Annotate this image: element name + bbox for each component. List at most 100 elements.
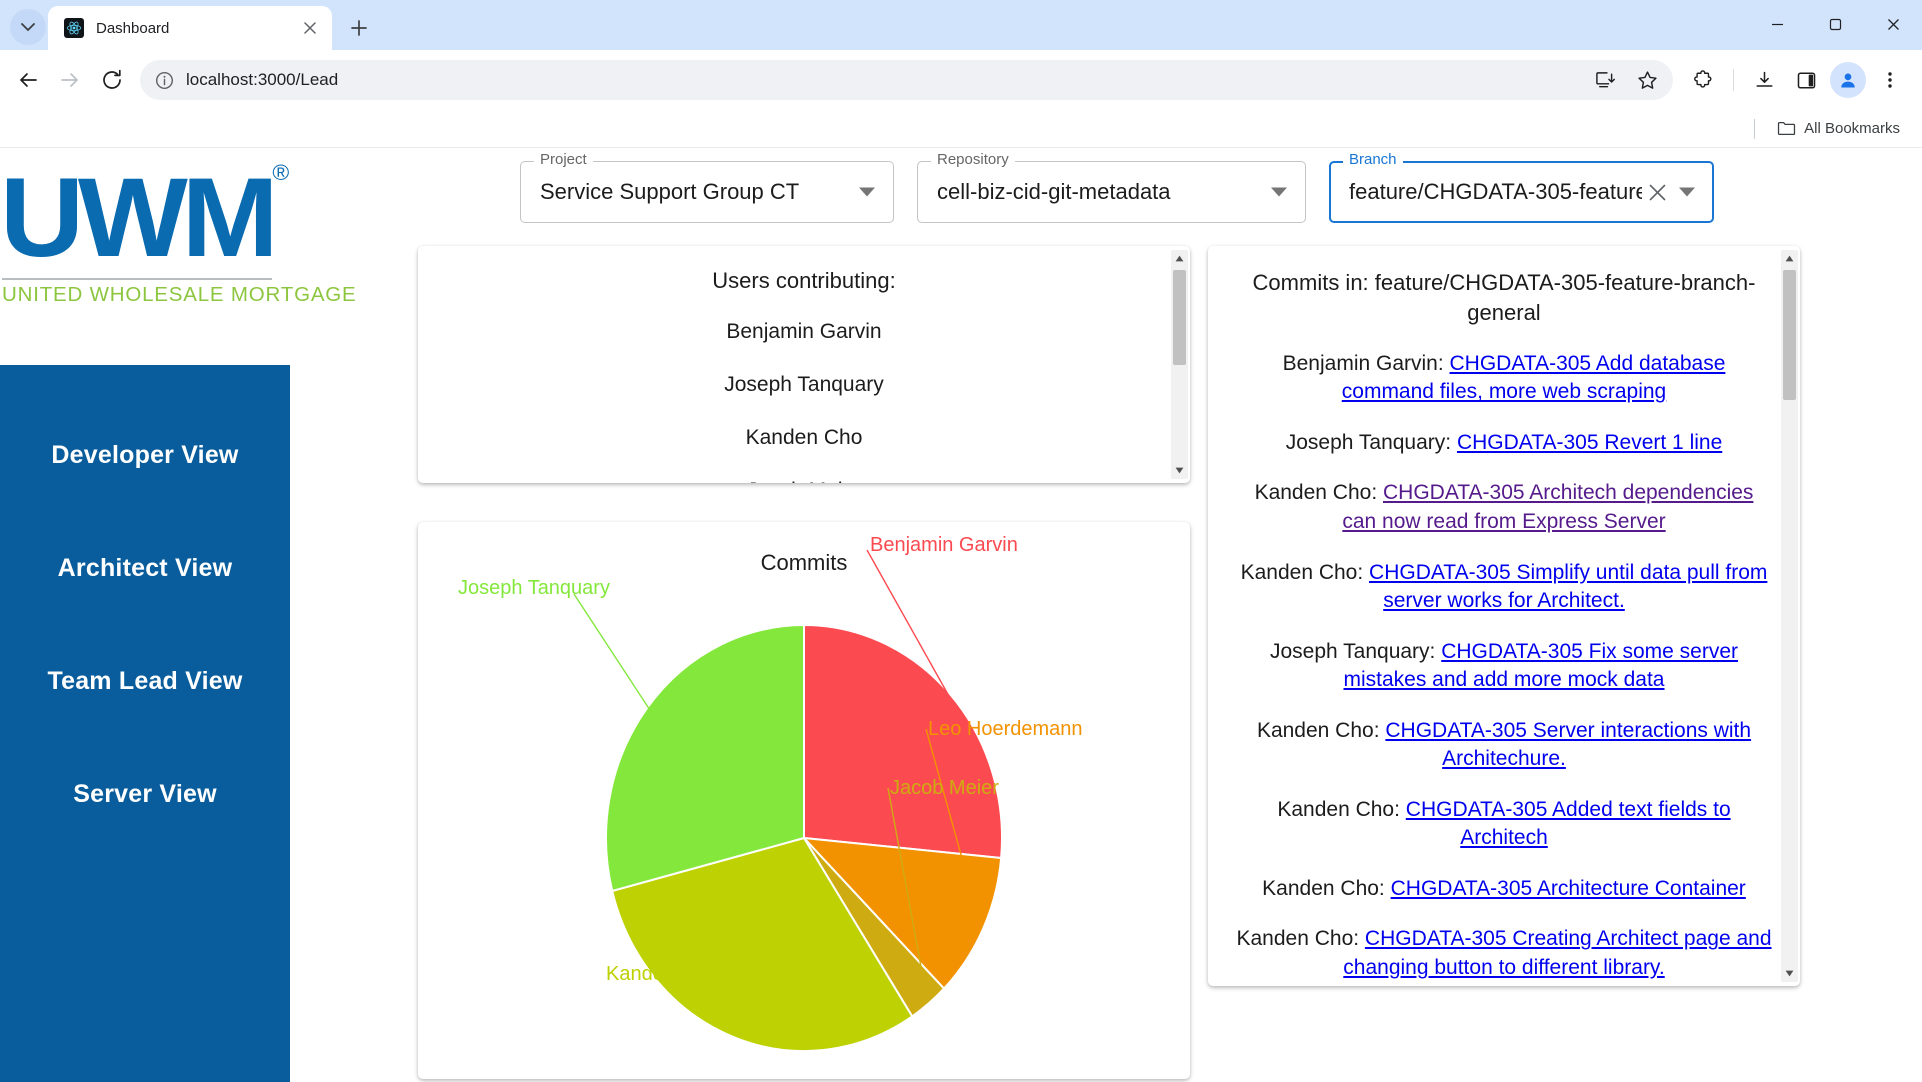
commits-list-card: Commits in: feature/CHGDATA-305-feature-… [1208, 246, 1800, 986]
omnibox-actions [1585, 60, 1667, 100]
all-bookmarks-button[interactable]: All Bookmarks [1769, 115, 1908, 142]
filter-bar: Project Service Support Group CT Reposit… [520, 161, 1714, 223]
users-panel-scrollbar[interactable] [1171, 250, 1188, 479]
address-bar[interactable]: localhost:3000/Lead [140, 60, 1673, 100]
forward-button[interactable] [50, 60, 90, 100]
project-select[interactable]: Project Service Support Group CT [520, 161, 894, 223]
commit-row: Kanden Cho: CHGDATA-305 Server interacti… [1236, 717, 1772, 774]
sidebar-item-label: Developer View [51, 441, 238, 470]
pie-label-joseph-tanquary: Joseph Tanquary [458, 577, 610, 600]
profile-avatar-icon[interactable] [1828, 60, 1868, 100]
commit-row: Joseph Tanquary: CHGDATA-305 Fix some se… [1236, 638, 1772, 695]
pie-label-leo-hoerdemann: Leo Hoerdemann [928, 718, 1083, 741]
side-panel-icon[interactable] [1786, 60, 1826, 100]
users-list-scroll-area[interactable]: Users contributing: Benjamin Garvin Jose… [418, 246, 1190, 483]
sidebar-item-team-lead-view[interactable]: Team Lead View [0, 625, 290, 738]
repository-select-label: Repository [931, 152, 1015, 167]
caret-down-icon[interactable] [1171, 462, 1188, 479]
commit-row: Benjamin Garvin: CHGDATA-305 Add databas… [1236, 350, 1772, 407]
reload-button[interactable] [92, 60, 132, 100]
window-minimize-button[interactable] [1748, 0, 1806, 48]
tab-close-button[interactable] [298, 16, 322, 40]
commit-message-link[interactable]: CHGDATA-305 Creating Architect page and … [1343, 927, 1771, 979]
pie-label-kanden-cho: Kanden Cho [606, 963, 717, 986]
sidebar-item-architect-view[interactable]: Architect View [0, 512, 290, 625]
commit-message-link[interactable]: CHGDATA-305 Revert 1 line [1457, 431, 1722, 454]
commit-author: Joseph Tanquary: [1270, 640, 1441, 663]
commit-row: Kanden Cho: CHGDATA-305 Architech depend… [1236, 479, 1772, 536]
address-bar-url[interactable]: localhost:3000/Lead [186, 70, 1585, 90]
repository-select-value: cell-biz-cid-git-metadata [937, 179, 1264, 205]
list-item: Jacob Meier [446, 479, 1162, 483]
plus-icon [351, 20, 367, 36]
users-panel-title: Users contributing: [446, 268, 1162, 294]
chevron-down-icon [21, 23, 35, 32]
branch-select-label: Branch [1343, 152, 1403, 167]
pie-chart-svg [418, 522, 1190, 1079]
project-select-label: Project [534, 152, 593, 167]
commit-message-link[interactable]: CHGDATA-305 Server interactions with Arc… [1385, 719, 1751, 771]
app-sidebar: UWM® UNITED WHOLESALE MORTGAGE Developer… [0, 148, 290, 1082]
info-circle-icon[interactable] [150, 66, 178, 94]
branch-select[interactable]: Branch feature/CHGDATA-305-feature- [1329, 161, 1714, 223]
commits-panel-scrollbar[interactable] [1781, 250, 1798, 982]
caret-up-icon[interactable] [1171, 250, 1188, 267]
three-dot-menu-icon[interactable] [1870, 60, 1910, 100]
sidebar-item-developer-view[interactable]: Developer View [0, 399, 290, 512]
caret-up-icon[interactable] [1781, 250, 1798, 267]
commit-message-link[interactable]: CHGDATA-305 Architecture Container [1391, 877, 1746, 900]
bookmark-star-icon[interactable] [1627, 60, 1667, 100]
close-x-icon[interactable] [1642, 183, 1672, 202]
project-select-value: Service Support Group CT [540, 179, 852, 205]
chevron-down-icon[interactable] [1264, 186, 1294, 198]
scrollbar-thumb[interactable] [1173, 270, 1186, 365]
new-tab-button[interactable] [342, 11, 376, 45]
pie-label-benjamin-garvin: Benjamin Garvin [870, 534, 1018, 557]
commit-author: Kanden Cho: [1257, 719, 1385, 742]
arrow-right-icon [59, 69, 81, 91]
pie-slices [606, 625, 1002, 1051]
commits-scroll-area[interactable]: Commits in: feature/CHGDATA-305-feature-… [1208, 246, 1800, 986]
uwm-logo-subtitle: UNITED WHOLESALE MORTGAGE [0, 283, 280, 307]
window-close-button[interactable] [1864, 0, 1922, 48]
sidebar-item-label: Team Lead View [47, 667, 242, 696]
commits-list: Benjamin Garvin: CHGDATA-305 Add databas… [1236, 350, 1772, 986]
all-bookmarks-label: All Bookmarks [1804, 120, 1900, 137]
repository-select[interactable]: Repository cell-biz-cid-git-metadata [917, 161, 1306, 223]
install-app-icon[interactable] [1585, 60, 1625, 100]
window-maximize-button[interactable] [1806, 0, 1864, 48]
main-content: Project Service Support Group CT Reposit… [290, 148, 1922, 1082]
pie-leader-line [574, 594, 649, 709]
sidebar-nav: Developer View Architect View Team Lead … [0, 365, 290, 1082]
toolbar-divider [1733, 69, 1734, 91]
commit-message-link[interactable]: CHGDATA-305 Added text fields to Archite… [1406, 798, 1731, 850]
bookmarks-divider [1754, 119, 1755, 139]
commit-message-link[interactable]: CHGDATA-305 Simplify until data pull fro… [1369, 561, 1767, 613]
pie-slice[interactable] [804, 625, 1002, 858]
bookmarks-bar: All Bookmarks [0, 110, 1922, 148]
commit-row: Kanden Cho: CHGDATA-305 Architecture Con… [1236, 875, 1772, 904]
list-item: Joseph Tanquary [446, 373, 1162, 397]
chevron-down-icon[interactable] [1672, 186, 1702, 198]
chevron-down-icon[interactable] [852, 186, 882, 198]
commit-author: Kanden Cho: [1277, 798, 1405, 821]
back-button[interactable] [8, 60, 48, 100]
sidebar-item-server-view[interactable]: Server View [0, 738, 290, 851]
commit-row: Kanden Cho: CHGDATA-305 Simplify until d… [1236, 559, 1772, 616]
browser-toolbar: localhost:3000/Lead [0, 50, 1922, 110]
react-logo-icon [64, 18, 84, 38]
commit-author: Kanden Cho: [1262, 877, 1390, 900]
browser-tab-dashboard[interactable]: Dashboard [48, 6, 332, 50]
commit-row: Kanden Cho: CHGDATA-305 Added text field… [1236, 796, 1772, 853]
tab-search-button[interactable] [10, 9, 46, 45]
sidebar-item-label: Server View [73, 780, 217, 809]
scrollbar-thumb[interactable] [1783, 270, 1796, 400]
commit-message-link[interactable]: CHGDATA-305 Architech dependencies can n… [1342, 481, 1753, 533]
uwm-logo: UWM® UNITED WHOLESALE MORTGAGE [0, 148, 290, 307]
extensions-puzzle-icon[interactable] [1683, 60, 1723, 100]
caret-down-icon[interactable] [1781, 965, 1798, 982]
list-item: Benjamin Garvin [446, 320, 1162, 344]
tab-title: Dashboard [96, 20, 298, 37]
browser-window: Dashboard [0, 0, 1922, 1082]
downloads-icon[interactable] [1744, 60, 1784, 100]
